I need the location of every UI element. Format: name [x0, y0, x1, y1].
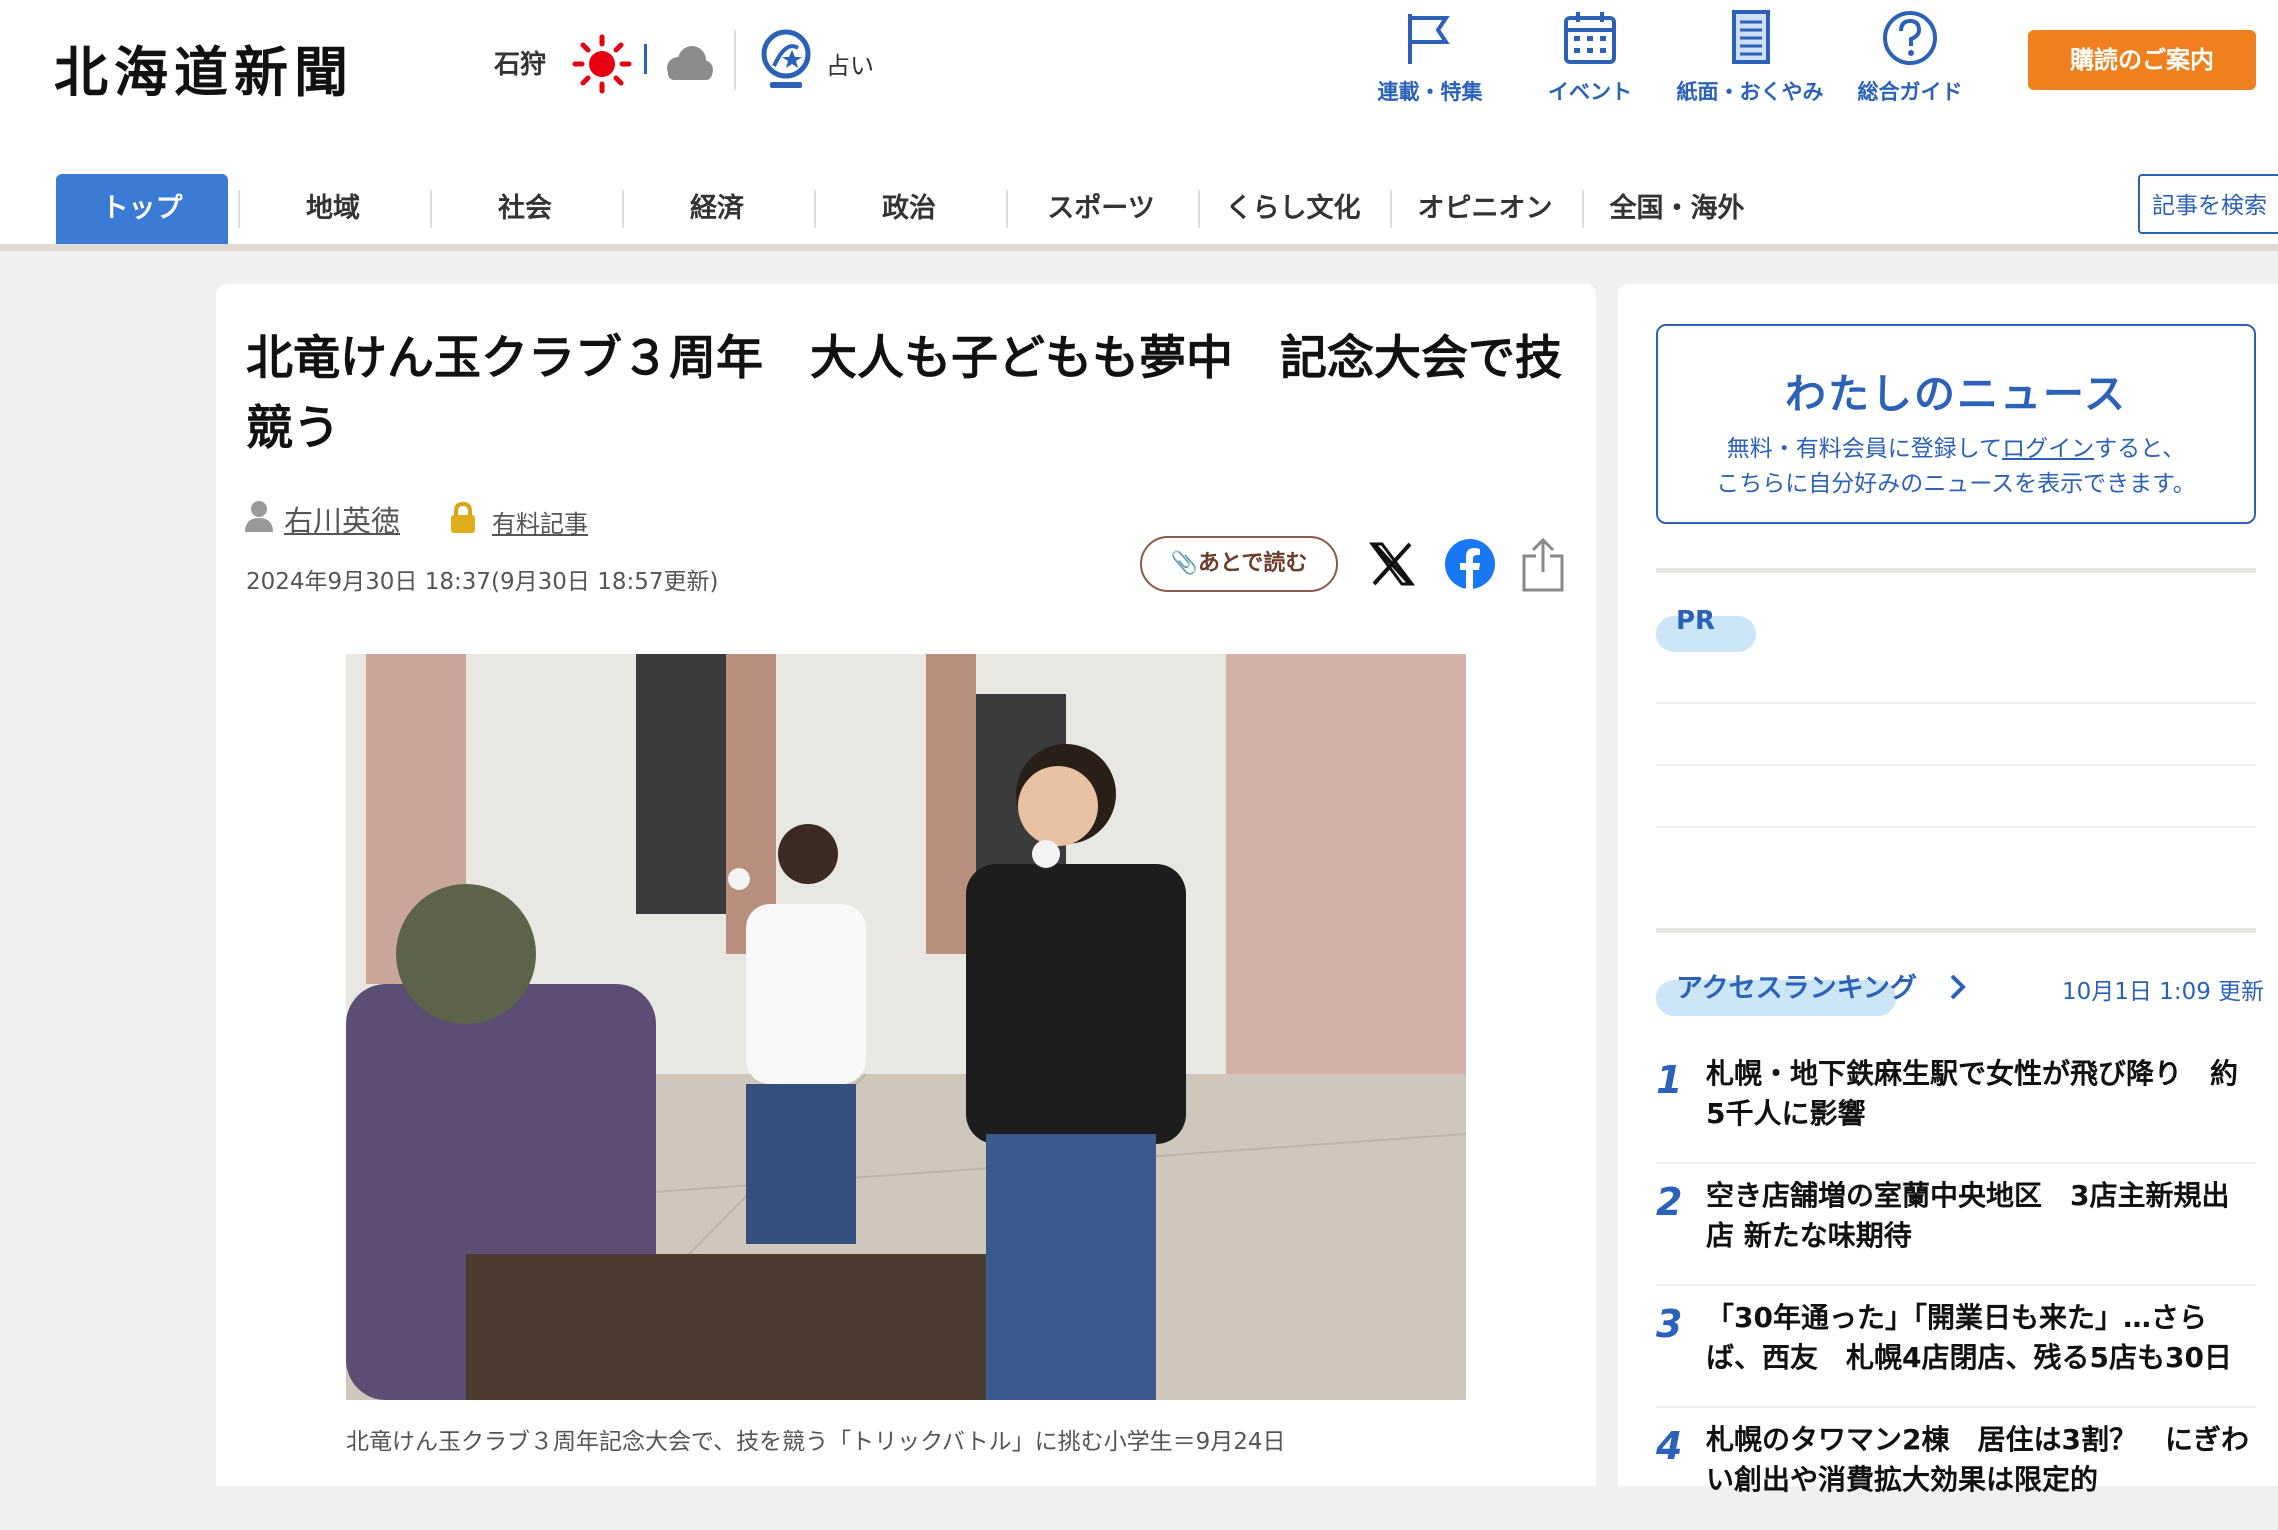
tab-region[interactable]: 地域 — [240, 174, 426, 244]
nav-guide-label: 総合ガイド — [1857, 80, 1963, 104]
ranking-number: 2 — [1656, 1180, 1683, 1224]
pr-row-divider — [1656, 702, 2256, 704]
my-news-box: わたしのニュース 無料・有料会員に登録してログインすると、こちらに自分好みのニュ… — [1656, 324, 2256, 524]
ranking-item[interactable]: 2 空き店舗増の室蘭中央地区 3店主新規出店 新たな味期待 — [1656, 1164, 2256, 1286]
pr-row-divider — [1656, 826, 2256, 828]
nav-events-label: イベント — [1548, 80, 1632, 104]
tab-top[interactable]: トップ — [56, 174, 228, 244]
site-logo[interactable]: 北海道新聞 — [54, 28, 354, 107]
author-link[interactable]: 右川英徳 — [284, 498, 400, 540]
tab-politics[interactable]: 政治 — [816, 174, 1002, 244]
sidebar: わたしのニュース 無料・有料会員に登録してログインすると、こちらに自分好みのニュ… — [1618, 284, 2278, 1496]
nav-underline — [0, 244, 2278, 251]
article-title: 北竜けん玉クラブ３周年 大人も子どもも夢中 記念大会で技競う — [246, 331, 1562, 456]
article-photo[interactable] — [346, 654, 1466, 1400]
ranking-item[interactable]: 1 札幌・地下鉄麻生駅で女性が飛び降り 約5千人に影響 — [1656, 1042, 2256, 1164]
ranking-number: 1 — [1656, 1058, 1683, 1102]
flag-icon — [1408, 14, 1450, 64]
tab-economy[interactable]: 経済 — [624, 174, 810, 244]
tab-lifestyle-culture[interactable]: くらし文化 — [1200, 174, 1386, 244]
weather-separator — [644, 44, 647, 74]
sunny-icon — [572, 34, 632, 94]
nav-paper-label: 紙面・おくやみ — [1676, 80, 1824, 104]
ranking-item[interactable]: 3 「30年通った」「開業日も来た」…さらば、西友 札幌4店閉店、残る5店も30… — [1656, 1286, 2256, 1408]
ranking-headline: 札幌のタワマン2棟 居住は3割？ にぎわい創出や消費拡大効果は限定的 — [1706, 1423, 2249, 1496]
sidebar-divider — [1656, 568, 2256, 573]
nav-series-label: 連載・特集 — [1377, 80, 1483, 104]
x-share-icon[interactable] — [1368, 540, 1416, 588]
share-icon[interactable] — [1520, 536, 1566, 592]
article-card: 北竜けん玉クラブ３周年 大人も子どもも夢中 記念大会で技競う 右川英徳 有料記事… — [216, 284, 1596, 1486]
nav-events[interactable]: イベント — [1510, 0, 1670, 110]
ranking-title[interactable]: アクセスランキング — [1676, 966, 1917, 1005]
tab-society[interactable]: 社会 — [432, 174, 618, 244]
my-news-line1-post: すると、 — [2094, 436, 2186, 462]
my-news-title: わたしのニュース — [1785, 370, 2127, 418]
ranking-headline: 「30年通った」「開業日も来た」…さらば、西友 札幌4店閉店、残る5店も30日 — [1706, 1301, 2232, 1374]
newspaper-icon — [1732, 10, 1770, 64]
paid-article-label[interactable]: 有料記事 — [492, 504, 588, 539]
nav-series-features[interactable]: 連載・特集 — [1350, 0, 1510, 110]
region-label[interactable]: 石狩 — [494, 44, 546, 81]
publish-date: 2024年9月30日 18:37(9月30日 18:57更新) — [246, 569, 719, 595]
nav-paper-obituaries[interactable]: 紙面・おくやみ — [1670, 0, 1830, 110]
facebook-share-icon[interactable] — [1444, 538, 1496, 590]
ranking-number: 3 — [1656, 1302, 1683, 1346]
photo-caption: 北竜けん玉クラブ３周年記念大会で、技を競う「トリックバトル」に挑む小学生＝9月2… — [346, 1429, 1286, 1455]
cloudy-icon — [667, 46, 713, 80]
login-link[interactable]: ログイン — [2002, 436, 2094, 462]
tab-national-world[interactable]: 全国・海外 — [1584, 174, 1770, 244]
help-icon — [1883, 11, 1937, 65]
read-later-label: あとで読む — [1198, 551, 1308, 576]
person-icon — [245, 501, 273, 532]
lock-icon — [451, 502, 475, 533]
chevron-right-icon[interactable] — [1946, 972, 1970, 1002]
article-search-button[interactable]: 記事を検索 — [2138, 174, 2278, 234]
pr-label: PR — [1676, 606, 1716, 636]
calendar-icon — [1564, 12, 1616, 64]
main-nav: トップ 地域 社会 経済 政治 スポーツ くらし文化 オピニオン 全国・海外 — [0, 160, 2278, 250]
ranking-headline: 空き店舗増の室蘭中央地区 3店主新規出店 新たな味期待 — [1706, 1179, 2230, 1252]
ranking-updated: 10月1日 1:09 更新 — [2062, 979, 2265, 1005]
pr-row-divider — [1656, 764, 2256, 766]
my-news-description: 無料・有料会員に登録してログインすると、こちらに自分好みのニュースを表示できます… — [1658, 432, 2254, 502]
header-divider — [734, 30, 736, 90]
tab-sports[interactable]: スポーツ — [1008, 174, 1194, 244]
nav-guide[interactable]: 総合ガイド — [1830, 0, 1990, 110]
ranking-headline: 札幌・地下鉄麻生駅で女性が飛び降り 約5千人に影響 — [1706, 1057, 2239, 1130]
my-news-line2: こちらに自分好みのニュースを表示できます。 — [1716, 471, 2196, 497]
paperclip-icon: 📎 — [1170, 551, 1199, 576]
fortune-label[interactable]: 占い — [826, 46, 874, 81]
subscribe-button[interactable]: 購読のご案内 — [2028, 30, 2256, 90]
read-later-button[interactable]: 📎あとで読む — [1140, 536, 1338, 592]
sidebar-divider — [1656, 928, 2256, 933]
ranking-number: 4 — [1656, 1424, 1683, 1468]
ranking-item[interactable]: 4 札幌のタワマン2棟 居住は3割？ にぎわい創出や消費拡大効果は限定的 — [1656, 1408, 2256, 1530]
tab-opinion[interactable]: オピニオン — [1392, 174, 1578, 244]
my-news-line1-pre: 無料・有料会員に登録して — [1726, 436, 2003, 462]
fortune-crystal-ball-icon[interactable] — [756, 26, 816, 92]
